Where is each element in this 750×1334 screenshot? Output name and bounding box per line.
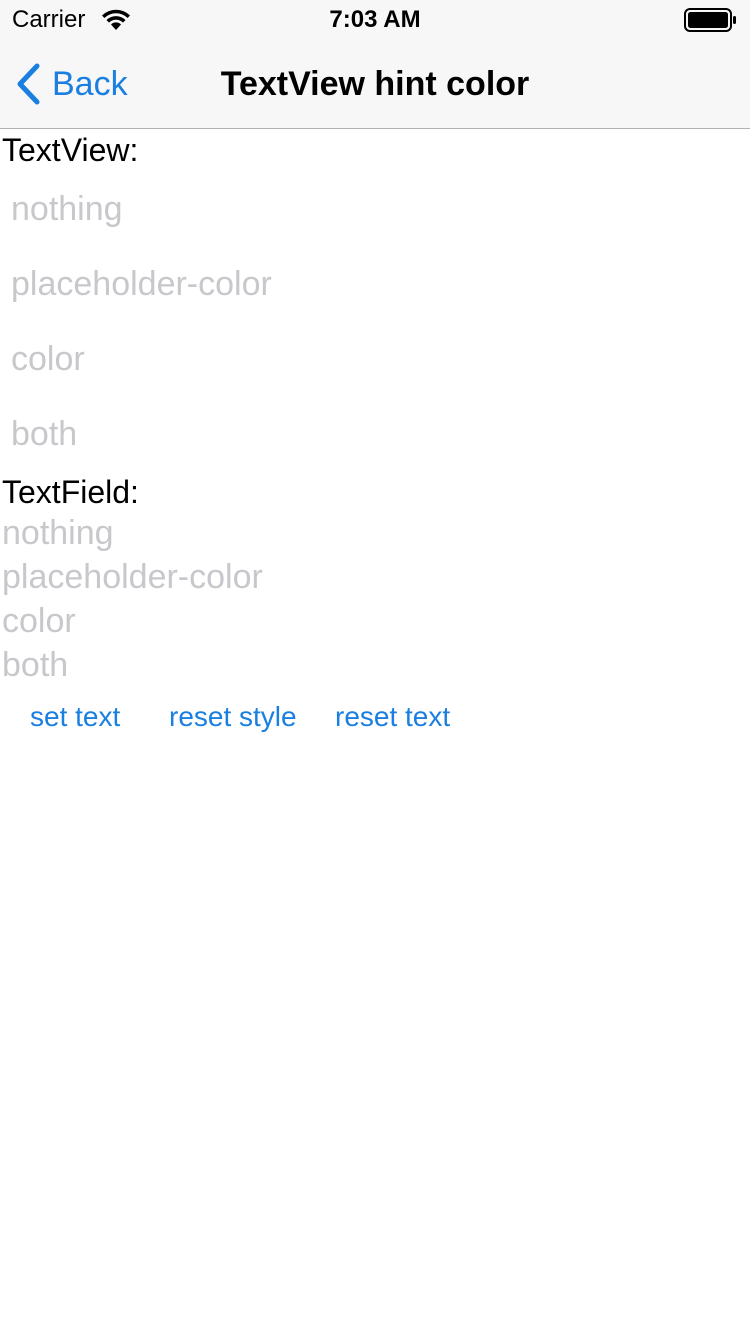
textfield-nothing[interactable]: nothing: [0, 511, 740, 555]
textview-section-label: TextView:: [2, 132, 139, 168]
textfield-placeholder-color[interactable]: placeholder-color: [0, 555, 740, 599]
back-button[interactable]: Back: [14, 60, 128, 108]
back-button-label: Back: [52, 65, 128, 103]
chevron-left-icon: [17, 63, 40, 105]
textview-nothing[interactable]: nothing: [0, 177, 740, 241]
reset-style-button[interactable]: reset style: [169, 693, 297, 741]
textview-color[interactable]: color: [0, 327, 740, 391]
textfield-section: TextField: nothing placeholder-color col…: [0, 473, 263, 684]
textview-placeholder-color[interactable]: placeholder-color: [0, 252, 740, 316]
status-bar: Carrier 7:03 AM: [0, 0, 750, 40]
set-text-button[interactable]: set text: [30, 693, 120, 741]
reset-text-button[interactable]: reset text: [335, 693, 450, 741]
navigation-bar: TextView hint color Back: [0, 40, 750, 129]
action-button-row: set text reset style reset text: [0, 693, 750, 741]
textfield-both[interactable]: both: [0, 643, 740, 687]
textfield-section-label: TextField:: [2, 474, 139, 510]
textview-section: TextView: nothing placeholder-color colo…: [0, 131, 272, 453]
textview-both[interactable]: both: [0, 402, 740, 466]
textfield-color[interactable]: color: [0, 599, 740, 643]
status-time: 7:03 AM: [329, 6, 421, 33]
battery-full-icon: [684, 8, 736, 32]
